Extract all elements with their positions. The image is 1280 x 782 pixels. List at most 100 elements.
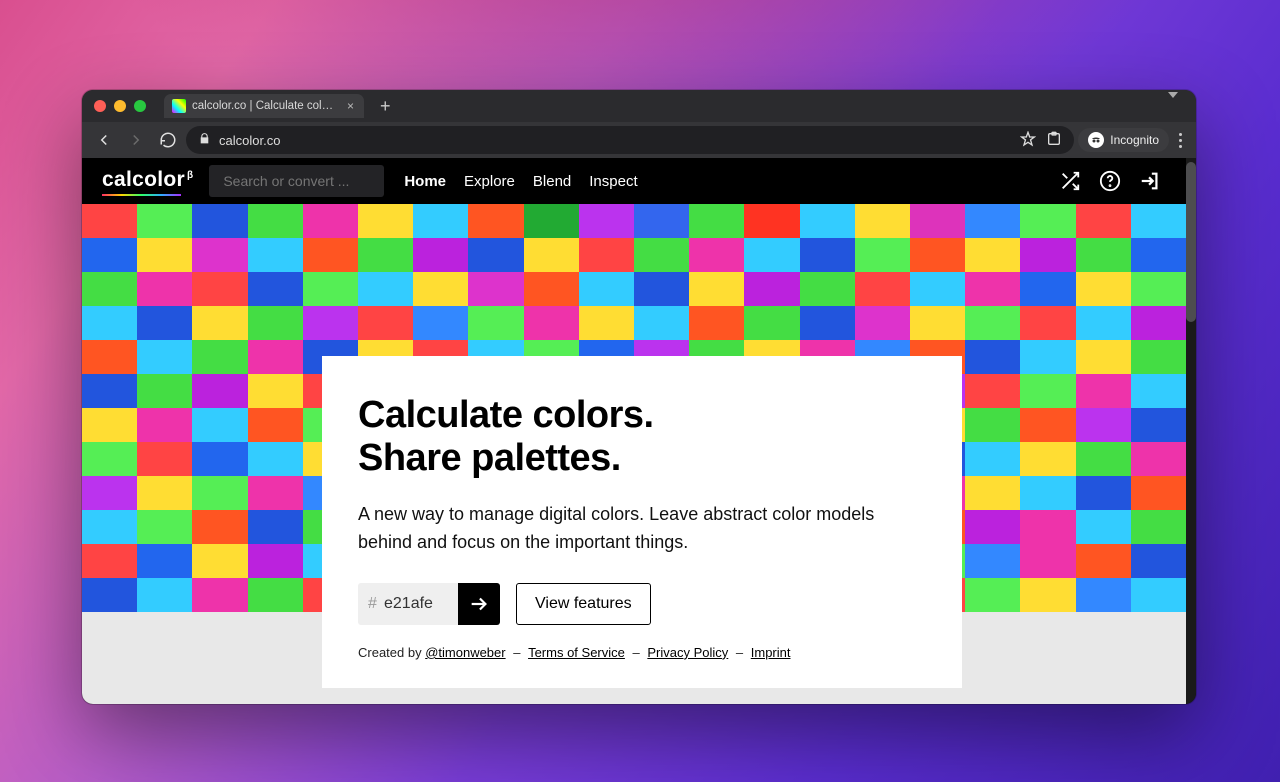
mosaic-cell	[579, 272, 634, 306]
nav-inspect[interactable]: Inspect	[589, 173, 637, 190]
imprint-link[interactable]: Imprint	[751, 645, 791, 660]
mosaic-cell	[358, 204, 413, 238]
nav-home[interactable]: Home	[404, 173, 446, 190]
browser-window: calcolor.co | Calculate colors. S × + ca…	[82, 90, 1196, 704]
mosaic-cell	[800, 306, 855, 340]
mosaic-cell	[82, 408, 137, 442]
mosaic-cell	[524, 238, 579, 272]
search-input[interactable]	[209, 165, 384, 197]
page-viewport: calcolorβ Home Explore Blend Inspect	[82, 158, 1196, 704]
mosaic-cell	[82, 544, 137, 578]
scrollbar-thumb[interactable]	[1186, 162, 1196, 322]
reload-button[interactable]	[154, 126, 182, 154]
mosaic-cell	[248, 510, 303, 544]
page-content: calcolorβ Home Explore Blend Inspect	[82, 158, 1186, 704]
mosaic-cell	[137, 476, 192, 510]
mosaic-cell	[1020, 238, 1075, 272]
mosaic-cell	[137, 272, 192, 306]
window-titlebar: calcolor.co | Calculate colors. S × +	[82, 90, 1196, 122]
mosaic-cell	[468, 306, 523, 340]
hex-input-group	[358, 583, 500, 625]
minimize-window-button[interactable]	[114, 100, 126, 112]
tab-overflow-button[interactable]	[1168, 98, 1184, 114]
mosaic-cell	[192, 374, 247, 408]
browser-toolbar: calcolor.co Incognito	[82, 122, 1196, 158]
mosaic-cell	[303, 238, 358, 272]
vertical-scrollbar[interactable]	[1186, 158, 1196, 704]
mosaic-cell	[137, 578, 192, 612]
forward-button[interactable]	[122, 126, 150, 154]
mosaic-cell	[137, 340, 192, 374]
mosaic-cell	[413, 272, 468, 306]
mosaic-cell	[248, 544, 303, 578]
close-tab-button[interactable]: ×	[345, 99, 356, 113]
back-button[interactable]	[90, 126, 118, 154]
author-link[interactable]: @timonweber	[425, 645, 505, 660]
mosaic-cell	[248, 340, 303, 374]
mosaic-cell	[82, 578, 137, 612]
mosaic-cell	[413, 204, 468, 238]
mosaic-cell	[137, 374, 192, 408]
mosaic-cell	[965, 340, 1020, 374]
mosaic-cell	[634, 306, 689, 340]
mosaic-cell	[800, 238, 855, 272]
bookmark-button[interactable]	[1020, 131, 1036, 150]
nav-blend[interactable]: Blend	[533, 173, 571, 190]
mosaic-cell	[248, 306, 303, 340]
mosaic-cell	[82, 204, 137, 238]
maximize-window-button[interactable]	[134, 100, 146, 112]
privacy-link[interactable]: Privacy Policy	[647, 645, 728, 660]
mosaic-cell	[965, 204, 1020, 238]
browser-menu-button[interactable]	[1173, 127, 1188, 154]
view-features-button[interactable]: View features	[516, 583, 651, 625]
nav-explore[interactable]: Explore	[464, 173, 515, 190]
mosaic-cell	[358, 238, 413, 272]
close-window-button[interactable]	[94, 100, 106, 112]
app-logo[interactable]: calcolorβ	[102, 168, 193, 195]
mosaic-cell	[800, 272, 855, 306]
mosaic-cell	[524, 306, 579, 340]
mosaic-cell	[248, 578, 303, 612]
hex-input[interactable]	[358, 583, 458, 625]
mosaic-cell	[689, 238, 744, 272]
mosaic-cell	[1131, 442, 1186, 476]
mosaic-cell	[192, 204, 247, 238]
mosaic-cell	[1131, 510, 1186, 544]
browser-tab[interactable]: calcolor.co | Calculate colors. S ×	[164, 94, 364, 118]
mosaic-cell	[1020, 272, 1075, 306]
help-button[interactable]	[1098, 169, 1122, 193]
shuffle-button[interactable]	[1058, 169, 1082, 193]
mosaic-cell	[855, 204, 910, 238]
mosaic-cell	[137, 238, 192, 272]
mosaic-cell	[192, 510, 247, 544]
new-tab-button[interactable]: +	[372, 96, 399, 117]
mosaic-cell	[1076, 442, 1131, 476]
mosaic-cell	[910, 306, 965, 340]
mosaic-cell	[1020, 340, 1075, 374]
mosaic-cell	[1131, 340, 1186, 374]
mosaic-cell	[137, 306, 192, 340]
url-text: calcolor.co	[219, 133, 280, 148]
submit-hex-button[interactable]	[458, 583, 500, 625]
login-button[interactable]	[1138, 169, 1162, 193]
mosaic-cell	[1076, 272, 1131, 306]
incognito-icon	[1088, 132, 1104, 148]
hero-subhead: A new way to manage digital colors. Leav…	[358, 501, 898, 557]
mosaic-cell	[82, 374, 137, 408]
mosaic-cell	[468, 238, 523, 272]
mosaic-cell	[137, 510, 192, 544]
mosaic-cell	[1076, 204, 1131, 238]
mosaic-cell	[524, 272, 579, 306]
address-bar[interactable]: calcolor.co	[186, 126, 1074, 154]
mosaic-cell	[579, 238, 634, 272]
mosaic-cell	[192, 476, 247, 510]
hero-card: Calculate colors. Share palettes. A new …	[322, 356, 962, 688]
tab-title: calcolor.co | Calculate colors. S	[192, 100, 339, 112]
tos-link[interactable]: Terms of Service	[528, 645, 625, 660]
mosaic-cell	[910, 204, 965, 238]
chevron-down-icon	[1168, 92, 1178, 114]
mosaic-cell	[192, 544, 247, 578]
mosaic-cell	[303, 204, 358, 238]
incognito-badge[interactable]: Incognito	[1078, 128, 1169, 152]
extensions-button[interactable]	[1046, 131, 1062, 150]
